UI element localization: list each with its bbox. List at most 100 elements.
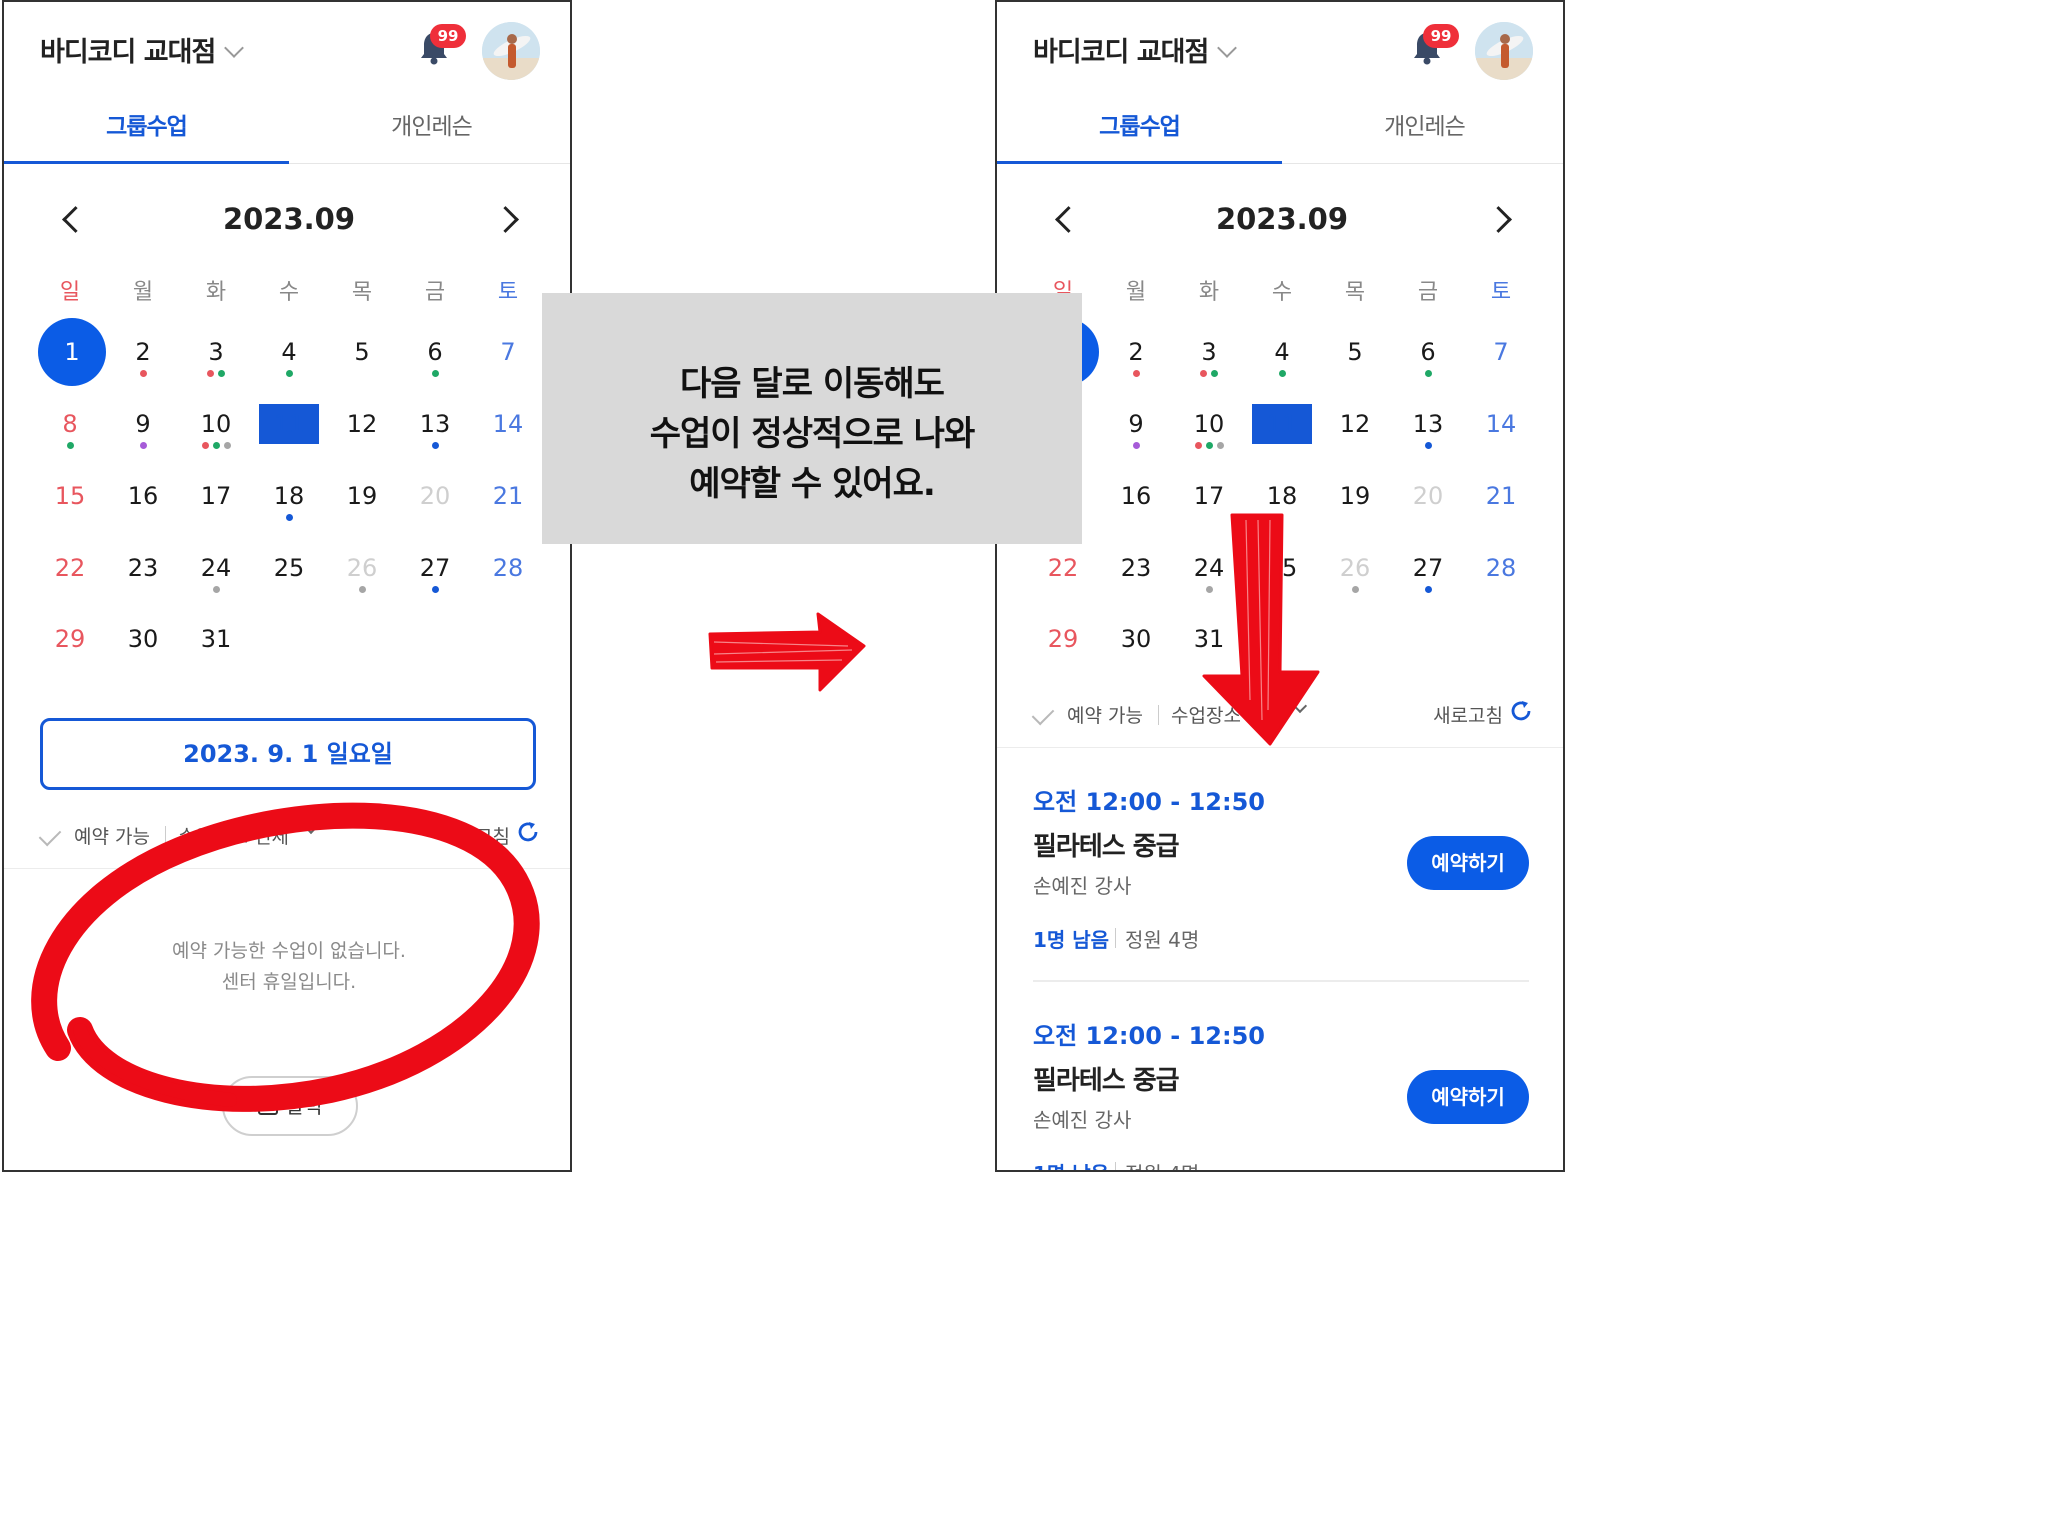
day-1-selected[interactable]: 1 bbox=[38, 318, 106, 386]
day-4[interactable]: 4 bbox=[259, 332, 319, 372]
day-14[interactable]: 14 bbox=[1471, 404, 1531, 444]
day-9[interactable]: 9 bbox=[113, 404, 173, 444]
lesson-card[interactable]: 오전 12:00 - 12:50 필라테스 중급 손예진 강사 1명 남음 정원… bbox=[1033, 1016, 1533, 1170]
day-6-dots bbox=[405, 370, 465, 378]
refresh-icon[interactable] bbox=[1509, 699, 1533, 723]
day-18[interactable]: 18 bbox=[259, 476, 319, 516]
day-9[interactable]: 9 bbox=[1106, 404, 1166, 444]
day-31[interactable]: 31 bbox=[186, 619, 246, 659]
day-7[interactable]: 7 bbox=[478, 332, 538, 372]
tab-private-lesson[interactable]: 개인레슨 bbox=[1282, 94, 1563, 164]
day-27[interactable]: 27 bbox=[1398, 548, 1458, 588]
day-16[interactable]: 16 bbox=[1106, 476, 1166, 516]
day-10[interactable]: 10 bbox=[1179, 404, 1239, 444]
book-button[interactable]: 예약하기 bbox=[1407, 1070, 1529, 1124]
day-5[interactable]: 5 bbox=[1325, 332, 1385, 372]
day-8[interactable]: 8 bbox=[40, 404, 100, 444]
day-14[interactable]: 14 bbox=[478, 404, 538, 444]
avatar[interactable] bbox=[482, 22, 540, 80]
book-button[interactable]: 예약하기 bbox=[1407, 836, 1529, 890]
weekday-wed: 수 bbox=[1271, 280, 1293, 305]
day-21[interactable]: 21 bbox=[1471, 476, 1531, 516]
filter-available-toggle[interactable]: 예약 가능 bbox=[74, 822, 150, 849]
day-19[interactable]: 19 bbox=[1325, 476, 1385, 516]
notification-badge: 99 bbox=[1423, 24, 1459, 48]
day-25[interactable]: 25 bbox=[1252, 548, 1312, 588]
day-29[interactable]: 29 bbox=[1033, 619, 1093, 659]
day-16[interactable]: 16 bbox=[113, 476, 173, 516]
filter-place-select[interactable]: 수업장소 전체 bbox=[178, 822, 289, 849]
day-18-dots bbox=[259, 514, 319, 522]
day-3[interactable]: 3 bbox=[186, 332, 246, 372]
tab-group-class[interactable]: 그룹수업 bbox=[4, 94, 289, 164]
day-3[interactable]: 3 bbox=[1179, 332, 1239, 372]
calendar-toggle-button[interactable]: 달력 bbox=[222, 1076, 358, 1136]
weekday-sun: 일 bbox=[59, 280, 81, 305]
day-13-dots bbox=[1398, 442, 1458, 450]
day-24[interactable]: 24 bbox=[186, 548, 246, 588]
next-month-button[interactable] bbox=[1485, 202, 1521, 238]
day-20[interactable]: 20 bbox=[405, 476, 465, 516]
day-12[interactable]: 12 bbox=[1325, 404, 1385, 444]
day-20[interactable]: 20 bbox=[1398, 476, 1458, 516]
day-11[interactable]: 11 bbox=[1252, 404, 1312, 444]
day-7[interactable]: 7 bbox=[1471, 332, 1531, 372]
day-2-dots bbox=[113, 370, 173, 378]
day-30[interactable]: 30 bbox=[1106, 619, 1166, 659]
day-17[interactable]: 17 bbox=[1179, 476, 1239, 516]
day-22[interactable]: 22 bbox=[40, 548, 100, 588]
day-23[interactable]: 23 bbox=[1106, 548, 1166, 588]
selected-date-box[interactable]: 2023. 9. 1 일요일 bbox=[40, 718, 536, 790]
refresh-label[interactable]: 새로고침 bbox=[1433, 701, 1503, 728]
tab-group-class[interactable]: 그룹수업 bbox=[997, 94, 1282, 164]
day-28[interactable]: 28 bbox=[1471, 548, 1531, 588]
day-21[interactable]: 21 bbox=[478, 476, 538, 516]
day-17[interactable]: 17 bbox=[186, 476, 246, 516]
lesson-name: 필라테스 중급 bbox=[1033, 1066, 1180, 1096]
active-tab-indicator bbox=[4, 161, 289, 164]
day-26[interactable]: 26 bbox=[332, 548, 392, 588]
tab-private-lesson[interactable]: 개인레슨 bbox=[289, 94, 570, 164]
day-11[interactable]: 11 bbox=[259, 404, 319, 444]
day-24[interactable]: 24 bbox=[1179, 548, 1239, 588]
day-13[interactable]: 13 bbox=[405, 404, 465, 444]
day-6[interactable]: 6 bbox=[405, 332, 465, 372]
day-30[interactable]: 30 bbox=[113, 619, 173, 659]
day-6[interactable]: 6 bbox=[1398, 332, 1458, 372]
day-5[interactable]: 5 bbox=[332, 332, 392, 372]
day-2[interactable]: 2 bbox=[1106, 332, 1166, 372]
day-29[interactable]: 29 bbox=[40, 619, 100, 659]
day-18[interactable]: 18 bbox=[1252, 476, 1312, 516]
refresh-label[interactable]: 새로고침 bbox=[440, 822, 510, 849]
day-2[interactable]: 2 bbox=[113, 332, 173, 372]
day-4[interactable]: 4 bbox=[1252, 332, 1312, 372]
day-27[interactable]: 27 bbox=[405, 548, 465, 588]
day-12[interactable]: 12 bbox=[332, 404, 392, 444]
day-15[interactable]: 15 bbox=[40, 476, 100, 516]
day-31[interactable]: 31 bbox=[1179, 619, 1239, 659]
filter-available-toggle[interactable]: 예약 가능 bbox=[1067, 701, 1143, 728]
day-13[interactable]: 13 bbox=[1398, 404, 1458, 444]
day-22[interactable]: 22 bbox=[1033, 548, 1093, 588]
day-10[interactable]: 10 bbox=[186, 404, 246, 444]
day-19[interactable]: 19 bbox=[332, 476, 392, 516]
store-selector[interactable]: 바디코디 교대점 bbox=[1033, 30, 1238, 69]
avatar[interactable] bbox=[1475, 22, 1533, 80]
store-name: 바디코디 교대점 bbox=[40, 37, 216, 68]
day-23[interactable]: 23 bbox=[113, 548, 173, 588]
day-9-dots bbox=[1106, 442, 1166, 450]
day-25[interactable]: 25 bbox=[259, 548, 319, 588]
next-month-button[interactable] bbox=[492, 202, 528, 238]
lesson-remaining: 1명 남음 bbox=[1033, 1158, 1109, 1170]
chevron-down-icon bbox=[303, 819, 319, 835]
checkmark-icon[interactable] bbox=[38, 823, 62, 847]
checkmark-icon[interactable] bbox=[1031, 702, 1055, 726]
filter-place-select[interactable]: 수업장소 bbox=[1171, 701, 1241, 728]
lesson-card[interactable]: 오전 12:00 - 12:50 필라테스 중급 손예진 강사 1명 남음 정원… bbox=[1033, 782, 1533, 982]
store-name: 바디코디 교대점 bbox=[1033, 37, 1209, 68]
store-selector[interactable]: 바디코디 교대점 bbox=[40, 30, 245, 69]
day-26[interactable]: 26 bbox=[1325, 548, 1385, 588]
refresh-icon[interactable] bbox=[516, 820, 540, 844]
divider bbox=[997, 747, 1563, 748]
day-28[interactable]: 28 bbox=[478, 548, 538, 588]
